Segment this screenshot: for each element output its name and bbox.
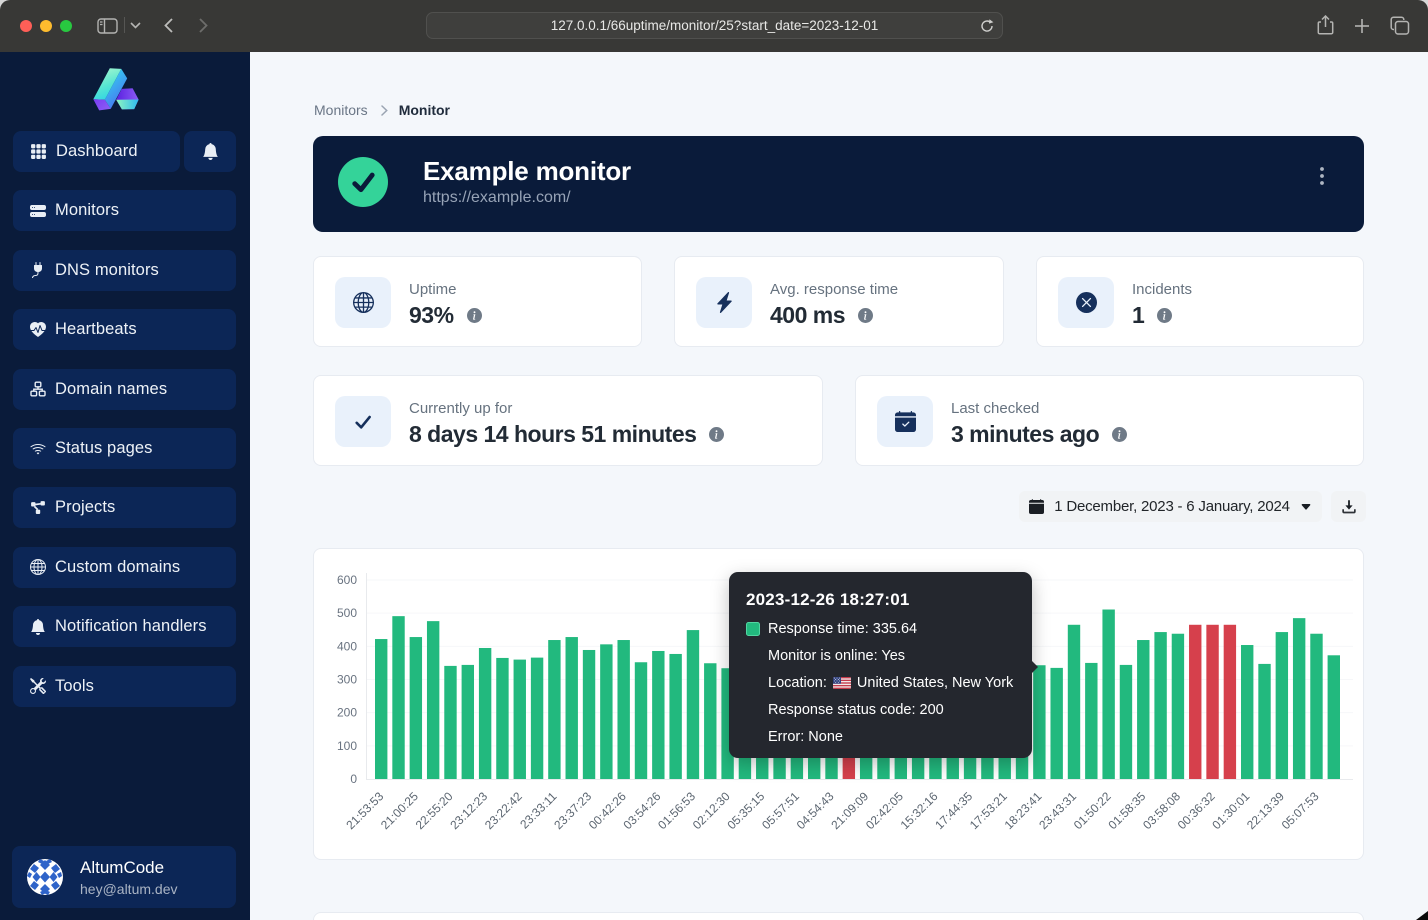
svg-text:500: 500	[337, 606, 357, 620]
svg-text:300: 300	[337, 673, 357, 687]
svg-text:200: 200	[337, 706, 357, 720]
svg-text:23:22:42: 23:22:42	[482, 789, 525, 832]
svg-text:600: 600	[337, 573, 357, 587]
svg-text:100: 100	[337, 739, 357, 753]
svg-text:05:07:53: 05:07:53	[1279, 789, 1322, 832]
svg-text:0: 0	[350, 772, 357, 786]
svg-text:400: 400	[337, 639, 357, 653]
